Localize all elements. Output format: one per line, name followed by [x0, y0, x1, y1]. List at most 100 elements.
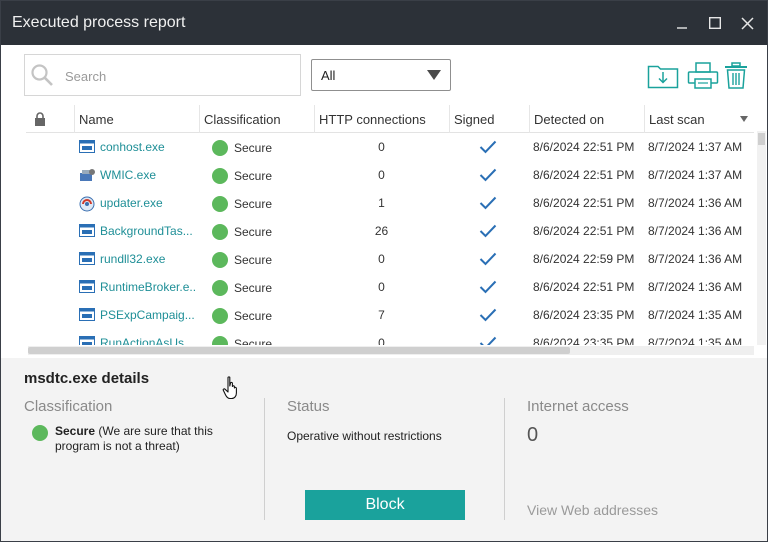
classification-text: Secure	[234, 281, 273, 295]
detected-on-cell: 8/6/2024 23:35 PM	[533, 336, 635, 345]
horizontal-scroll-thumb[interactable]	[28, 347, 570, 354]
horizontal-scrollbar[interactable]	[28, 346, 754, 355]
classification-text: Secure	[234, 169, 273, 183]
detected-on-cell: 8/6/2024 22:51 PM	[533, 224, 635, 238]
process-table: Name Classification HTTP connections Sig…	[26, 105, 754, 345]
process-name[interactable]: updater.exe	[100, 189, 197, 217]
detected-on-cell: 8/6/2024 22:59 PM	[533, 252, 635, 266]
http-connections-cell: 0	[378, 336, 385, 345]
title-bar: Executed process report	[1, 1, 767, 45]
classification-secure: Secure	[55, 424, 96, 438]
column-header-last-scan[interactable]: Last scan	[644, 105, 754, 133]
process-list-panel: Search All Name Classification HTTP conn…	[1, 45, 767, 358]
process-icon	[79, 280, 95, 293]
print-button[interactable]	[687, 62, 719, 94]
maximize-button[interactable]	[702, 11, 728, 35]
window-title: Executed process report	[12, 14, 186, 31]
classification-text: Secure	[234, 309, 273, 323]
last-scan-cell: 8/7/2024 1:36 AM	[648, 252, 743, 266]
process-name[interactable]: rundll32.exe	[100, 245, 197, 273]
check-icon	[479, 280, 497, 297]
delete-button[interactable]	[724, 62, 748, 94]
detected-on-cell: 8/6/2024 22:51 PM	[533, 196, 635, 210]
classification-cell: Secure	[212, 189, 312, 217]
last-scan-cell: 8/7/2024 1:35 AM	[648, 336, 743, 345]
lock-icon[interactable]	[34, 112, 46, 131]
process-icon	[79, 252, 95, 265]
hand-cursor-icon	[222, 376, 237, 400]
details-panel: msdtc.exe details Classification Secure …	[1, 358, 767, 541]
process-name[interactable]: WMIC.exe	[100, 161, 197, 189]
classification-cell: Secure	[212, 301, 312, 329]
http-connections-cell: 7	[378, 308, 385, 322]
column-header-signed[interactable]: Signed	[449, 105, 529, 133]
export-button[interactable]	[647, 62, 679, 94]
secure-status-icon	[212, 224, 228, 240]
detected-on-cell: 8/6/2024 22:51 PM	[533, 140, 635, 154]
http-connections-cell: 1	[378, 196, 385, 210]
close-button[interactable]	[734, 11, 760, 35]
table-row[interactable]: rundll32.exe Secure 0 8/6/2024 22:59 PM 8/7/…	[26, 245, 754, 273]
process-name[interactable]: RuntimeBroker.e...	[100, 273, 197, 301]
block-button[interactable]: Block	[305, 490, 465, 520]
last-scan-cell: 8/7/2024 1:35 AM	[648, 308, 743, 322]
table-row[interactable]: conhost.exe Secure 0 8/6/2024 22:51 PM 8/7/2…	[26, 133, 754, 161]
classification-cell: Secure	[212, 161, 312, 189]
minimize-icon	[677, 27, 687, 29]
last-scan-cell: 8/7/2024 1:37 AM	[648, 140, 743, 154]
process-report-window: Executed process report Search All Name …	[0, 0, 768, 542]
table-row[interactable]: WMIC.exe Secure 0 8/6/2024 22:51 PM 8/7/2024…	[26, 161, 754, 189]
classification-text: Secure	[234, 253, 273, 267]
table-header: Name Classification HTTP connections Sig…	[26, 105, 754, 133]
search-placeholder: Search	[65, 69, 107, 84]
vertical-scroll-thumb[interactable]	[758, 133, 765, 145]
check-icon	[479, 252, 497, 269]
classification-cell: Secure	[212, 245, 312, 273]
detected-on-cell: 8/6/2024 22:51 PM	[533, 280, 635, 294]
divider	[504, 398, 505, 520]
search-input[interactable]: Search	[24, 54, 301, 96]
column-header-classification[interactable]: Classification	[199, 105, 314, 133]
check-icon	[479, 308, 497, 325]
process-icon	[79, 168, 95, 181]
divider	[264, 398, 265, 520]
table-row[interactable]: PSExpCampaig... Secure 7 8/6/2024 23:35 PM 8…	[26, 301, 754, 329]
delete-icon	[725, 62, 747, 89]
table-row[interactable]: updater.exe Secure 1 8/6/2024 22:51 PM 8/7/2…	[26, 189, 754, 217]
process-icon	[79, 308, 95, 321]
secure-status-icon	[32, 425, 48, 441]
http-connections-cell: 0	[378, 168, 385, 182]
maximize-icon	[709, 17, 721, 29]
column-header-http[interactable]: HTTP connections	[314, 105, 449, 133]
last-scan-cell: 8/7/2024 1:37 AM	[648, 168, 743, 182]
classification-text: Secure	[234, 141, 273, 155]
secure-status-icon	[212, 140, 228, 156]
process-name[interactable]: PSExpCampaig...	[100, 301, 197, 329]
minimize-button[interactable]	[669, 11, 695, 35]
process-name[interactable]: BackgroundTas...	[100, 217, 197, 245]
http-connections-cell: 0	[378, 252, 385, 266]
last-scan-cell: 8/7/2024 1:36 AM	[648, 224, 743, 238]
column-header-detected[interactable]: Detected on	[529, 105, 644, 133]
process-name[interactable]: conhost.exe	[100, 133, 197, 161]
column-header-name[interactable]: Name	[74, 105, 199, 133]
table-row[interactable]: BackgroundTas... Secure 26 8/6/2024 22:51 P…	[26, 217, 754, 245]
classification-label: Classification	[24, 398, 113, 415]
classification-text: Secure (We are sure that this program is…	[55, 424, 245, 454]
classification-text: Secure	[234, 225, 273, 239]
secure-status-icon	[212, 252, 228, 268]
chevron-down-icon	[427, 70, 441, 80]
internet-access-label: Internet access	[527, 398, 629, 415]
table-row[interactable]: RunActionAsUs... Secure 0 8/6/2024 23:35 PM…	[26, 329, 754, 345]
process-name[interactable]: RunActionAsUs...	[100, 329, 197, 345]
sort-caret-icon[interactable]	[740, 116, 748, 122]
http-connections-cell: 0	[378, 140, 385, 154]
filter-dropdown[interactable]: All	[311, 59, 451, 91]
table-row[interactable]: RuntimeBroker.e... Secure 0 8/6/2024 22:51 …	[26, 273, 754, 301]
last-scan-cell: 8/7/2024 1:36 AM	[648, 196, 743, 210]
last-scan-cell: 8/7/2024 1:36 AM	[648, 280, 743, 294]
process-icon	[79, 140, 95, 153]
classification-text: Secure	[234, 337, 273, 345]
view-web-addresses-link[interactable]: View Web addresses	[527, 502, 658, 518]
vertical-scrollbar[interactable]	[757, 131, 766, 345]
